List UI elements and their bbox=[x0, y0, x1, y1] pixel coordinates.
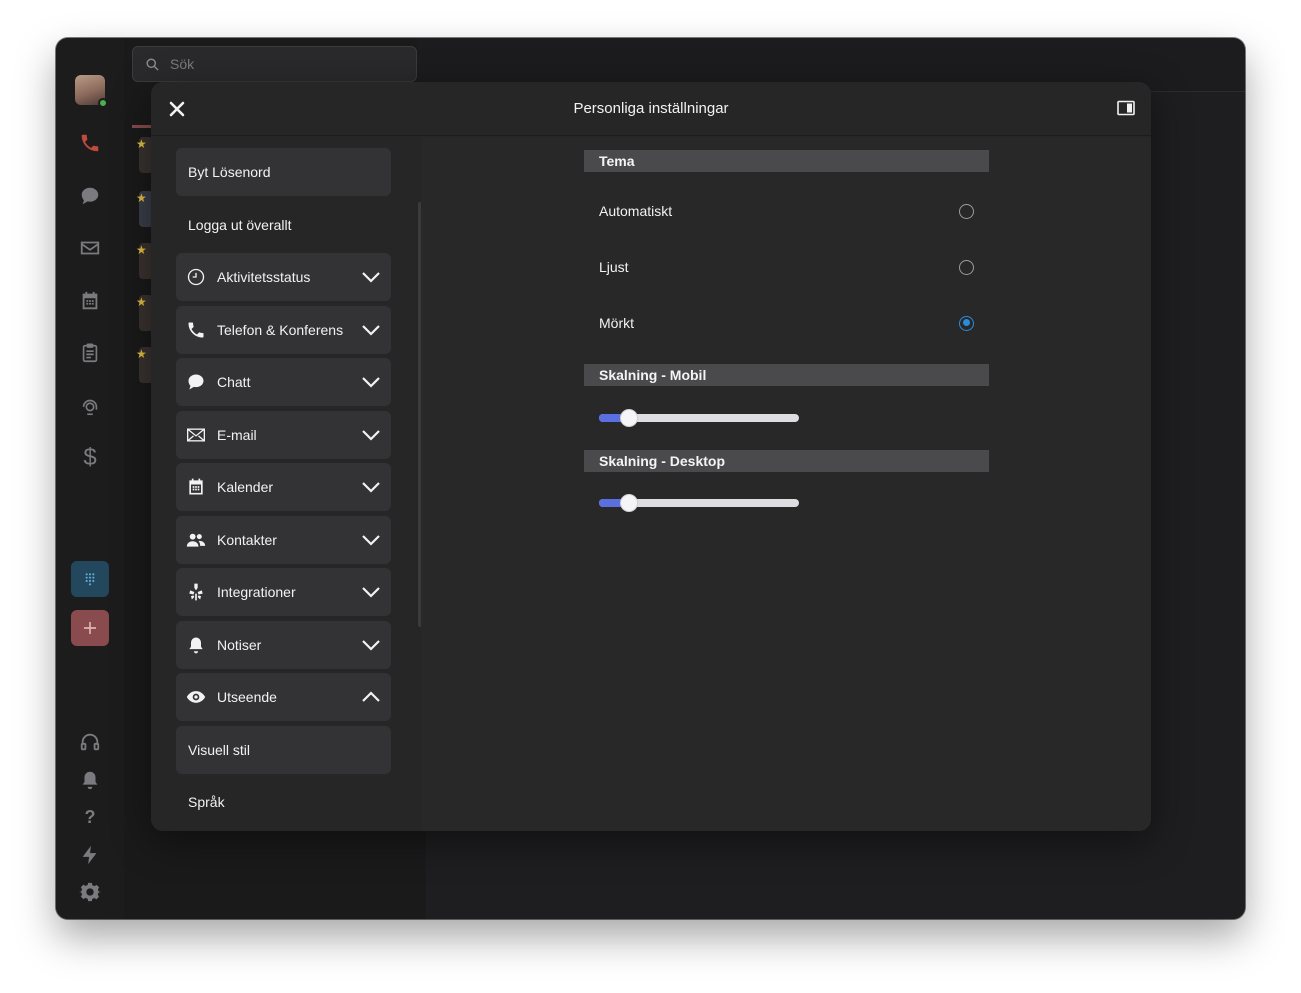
menu-section-activity-status[interactable]: Aktivitetsstatus bbox=[176, 253, 391, 301]
headset-icon[interactable] bbox=[76, 728, 104, 756]
chevron-down-icon bbox=[362, 640, 380, 651]
star-icon: ★ bbox=[136, 347, 147, 361]
scaling-mobile-header: Skalning - Mobil bbox=[584, 364, 989, 386]
star-icon: ★ bbox=[136, 243, 147, 257]
radio-button-selected[interactable] bbox=[959, 315, 974, 331]
theme-section-header: Tema bbox=[584, 150, 989, 172]
contacts-icon bbox=[186, 530, 206, 550]
chevron-up-icon bbox=[362, 691, 380, 702]
menu-item-label: Logga ut överallt bbox=[188, 217, 292, 233]
theme-option-light[interactable]: Ljust bbox=[599, 257, 974, 277]
chevron-down-icon bbox=[362, 325, 380, 336]
menu-item-visual-style[interactable]: Visuell stil bbox=[176, 726, 391, 774]
plus-icon bbox=[84, 622, 96, 634]
menu-section-email[interactable]: E-mail bbox=[176, 411, 391, 459]
chevron-down-icon bbox=[362, 482, 380, 493]
chevron-down-icon bbox=[362, 377, 380, 388]
menu-section-calendar[interactable]: Kalender bbox=[176, 463, 391, 511]
clipboard-icon[interactable] bbox=[76, 339, 104, 367]
menu-item-label: Visuell stil bbox=[188, 742, 250, 758]
phone-icon[interactable] bbox=[76, 129, 104, 157]
avatar[interactable] bbox=[75, 75, 108, 108]
radio-button[interactable] bbox=[959, 259, 974, 275]
menu-section-notifications[interactable]: Notiser bbox=[176, 621, 391, 669]
menu-section-label: Chatt bbox=[217, 374, 251, 390]
search-input[interactable] bbox=[170, 56, 400, 72]
theme-option-automatic[interactable]: Automatiskt bbox=[599, 201, 974, 221]
menu-section-label: Utseende bbox=[217, 689, 277, 705]
menu-section-label: Notiser bbox=[217, 637, 262, 653]
mail-icon[interactable] bbox=[76, 234, 104, 262]
menu-item-logout-everywhere[interactable]: Logga ut överallt bbox=[176, 201, 391, 249]
close-icon[interactable] bbox=[167, 99, 187, 119]
integrations-icon bbox=[186, 582, 206, 602]
theme-option-label: Automatiskt bbox=[599, 203, 673, 219]
active-list-indicator bbox=[132, 125, 152, 128]
personal-settings-dialog: Personliga inställningar Byt Lösenord Lo… bbox=[151, 82, 1151, 831]
search-bar[interactable] bbox=[132, 46, 417, 82]
menu-section-label: Integrationer bbox=[217, 584, 296, 600]
chat-icon[interactable] bbox=[76, 182, 104, 210]
clock-icon bbox=[186, 267, 206, 287]
theme-option-label: Mörkt bbox=[599, 315, 634, 331]
theme-option-dark[interactable]: Mörkt bbox=[599, 313, 974, 333]
chevron-down-icon bbox=[362, 272, 380, 283]
scaling-mobile-slider[interactable] bbox=[599, 408, 799, 428]
menu-section-integrations[interactable]: Integrationer bbox=[176, 568, 391, 616]
search-icon bbox=[146, 57, 159, 71]
menu-item-label: Språk bbox=[188, 794, 225, 810]
menu-item-language[interactable]: Språk bbox=[176, 778, 391, 826]
menu-item-change-password[interactable]: Byt Lösenord bbox=[176, 148, 391, 196]
dialog-title: Personliga inställningar bbox=[573, 100, 729, 117]
menu-section-label: E-mail bbox=[217, 427, 257, 443]
menu-section-appearance[interactable]: Utseende bbox=[176, 673, 391, 721]
menu-section-contacts[interactable]: Kontakter bbox=[176, 516, 391, 564]
bell-icon[interactable] bbox=[76, 766, 104, 794]
menu-item-label: Byt Lösenord bbox=[188, 164, 271, 180]
menu-section-label: Aktivitetsstatus bbox=[217, 269, 311, 285]
menu-section-label: Kalender bbox=[217, 479, 274, 495]
theme-option-label: Ljust bbox=[599, 259, 629, 275]
bell-icon bbox=[186, 635, 206, 655]
presence-indicator bbox=[98, 98, 108, 108]
eye-icon bbox=[186, 687, 206, 707]
phone-icon bbox=[186, 320, 206, 340]
dialog-header: Personliga inställningar bbox=[151, 82, 1151, 136]
lightning-icon[interactable] bbox=[76, 841, 104, 869]
mail-icon bbox=[186, 425, 206, 445]
support-agent-icon[interactable] bbox=[76, 392, 104, 420]
chat-icon bbox=[186, 372, 206, 392]
keypad-icon bbox=[85, 573, 95, 586]
settings-content bbox=[421, 137, 1151, 831]
scaling-desktop-header: Skalning - Desktop bbox=[584, 450, 989, 472]
keypad-button[interactable] bbox=[71, 561, 109, 597]
radio-button[interactable] bbox=[959, 203, 974, 219]
chevron-down-icon bbox=[362, 535, 380, 546]
star-icon: ★ bbox=[136, 191, 147, 205]
calendar-icon bbox=[186, 477, 206, 497]
chevron-down-icon bbox=[362, 587, 380, 598]
slider-thumb[interactable] bbox=[620, 494, 638, 512]
settings-menu: Byt Lösenord Logga ut överallt Aktivitet… bbox=[151, 137, 421, 831]
add-button[interactable] bbox=[71, 610, 109, 646]
slider-thumb[interactable] bbox=[620, 409, 638, 427]
left-rail: $ ? bbox=[56, 38, 124, 919]
calendar-icon[interactable] bbox=[76, 287, 104, 315]
scaling-desktop-slider[interactable] bbox=[599, 493, 799, 513]
star-icon: ★ bbox=[136, 137, 147, 151]
gear-icon[interactable] bbox=[76, 878, 104, 906]
menu-section-label: Telefon & Konferens bbox=[217, 322, 344, 338]
menu-section-chat[interactable]: Chatt bbox=[176, 358, 391, 406]
star-icon: ★ bbox=[136, 295, 147, 309]
side-panel-icon[interactable] bbox=[1117, 100, 1135, 116]
background-list: ★ ★ ★ ★ ★ bbox=[132, 125, 153, 385]
chevron-down-icon bbox=[362, 430, 380, 441]
menu-section-phone-conference[interactable]: Telefon & Konferens bbox=[176, 306, 391, 354]
menu-section-label: Kontakter bbox=[217, 532, 277, 548]
dollar-icon[interactable]: $ bbox=[76, 444, 104, 472]
help-icon[interactable]: ? bbox=[76, 803, 104, 831]
